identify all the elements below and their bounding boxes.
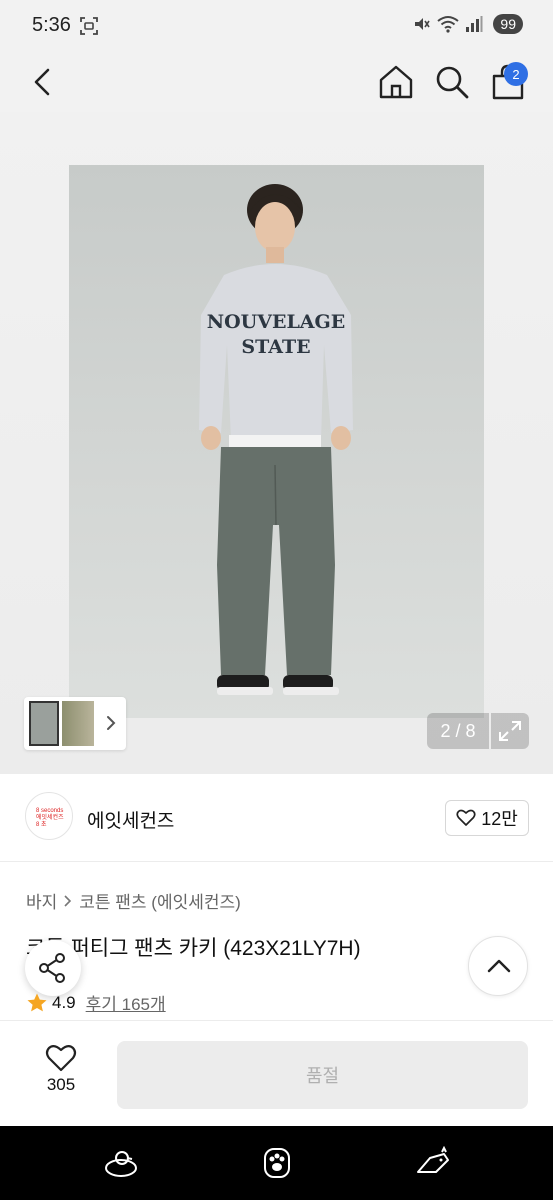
sweatshirt-print-line1: NOUVELAGE xyxy=(207,311,346,333)
expand-icon xyxy=(499,721,521,741)
review-link[interactable]: 후기 165개 xyxy=(86,990,166,1015)
brand-logo-line2: 에잇세컨즈 xyxy=(36,815,64,821)
battery-indicator: 99 xyxy=(493,14,523,34)
share-icon xyxy=(39,953,65,983)
scroll-to-top-button[interactable] xyxy=(468,936,528,996)
star-icon xyxy=(27,993,47,1011)
product-photo[interactable]: NOUVELAGE STATE xyxy=(69,165,484,718)
purchase-bar: 305 품절 xyxy=(0,1020,553,1126)
thumbnail-2[interactable] xyxy=(62,701,94,746)
chevron-right-icon xyxy=(64,894,72,907)
brand-like-button[interactable]: 12만 xyxy=(445,800,529,836)
wishlist-count: 305 xyxy=(46,1075,76,1094)
brand-logo-line3: 8 초 xyxy=(36,822,47,828)
search-icon[interactable] xyxy=(432,62,472,102)
status-bar: 5:36 99 xyxy=(0,0,553,52)
thumbnail-1[interactable] xyxy=(29,701,59,746)
share-button[interactable] xyxy=(25,940,81,996)
soldout-button[interactable]: 품절 xyxy=(117,1041,528,1109)
mute-icon xyxy=(415,18,431,30)
breadcrumb-subcategory[interactable]: 코튼 팬츠 (에잇세컨즈) xyxy=(79,888,241,913)
expand-button[interactable] xyxy=(491,713,529,749)
chevron-up-icon xyxy=(487,959,511,973)
screenshot-icon xyxy=(80,17,98,35)
sweatshirt-print-line2: STATE xyxy=(241,336,310,358)
heart-icon xyxy=(45,1045,77,1072)
signal-icon xyxy=(466,16,483,32)
cart-count-badge: 2 xyxy=(504,62,528,86)
image-page-counter: 2 / 8 xyxy=(427,713,489,749)
rating-value: 4.9 xyxy=(52,992,76,1012)
model-illustration: NOUVELAGE STATE xyxy=(199,184,353,695)
brand-logo-line1: 8 seconds xyxy=(36,808,64,814)
nav-cat-icon[interactable] xyxy=(414,1146,452,1180)
brand-logo[interactable]: 8 seconds 에잇세컨즈 8 초 xyxy=(25,792,73,840)
brand-row[interactable]: 8 seconds 에잇세컨즈 8 초 에잇세컨즈 12만 xyxy=(0,774,553,862)
home-icon[interactable] xyxy=(376,62,416,102)
wifi-icon xyxy=(437,16,460,33)
nav-paw-icon[interactable] xyxy=(258,1146,296,1180)
brand-like-count: 12만 xyxy=(481,809,518,829)
back-icon[interactable] xyxy=(26,62,62,102)
heart-icon xyxy=(456,809,476,826)
system-navigation-bar xyxy=(0,1126,553,1200)
brand-name[interactable]: 에잇세컨즈 xyxy=(87,806,174,833)
wishlist-button[interactable]: 305 xyxy=(30,1043,92,1105)
status-indicators: 99 xyxy=(413,14,523,34)
product-gallery[interactable]: NOUVELAGE STATE 2 / 8 xyxy=(0,112,553,774)
breadcrumb: 바지 코튼 팬츠 (에잇세컨즈) xyxy=(26,888,241,913)
thumbnail-strip[interactable] xyxy=(24,697,126,750)
chevron-right-icon[interactable] xyxy=(104,714,118,732)
top-header xyxy=(0,52,553,154)
breadcrumb-category[interactable]: 바지 xyxy=(26,888,57,913)
status-time: 5:36 xyxy=(32,14,71,36)
rating-row: 4.9 후기 165개 xyxy=(26,990,166,1015)
nav-duck-icon[interactable] xyxy=(102,1146,140,1180)
